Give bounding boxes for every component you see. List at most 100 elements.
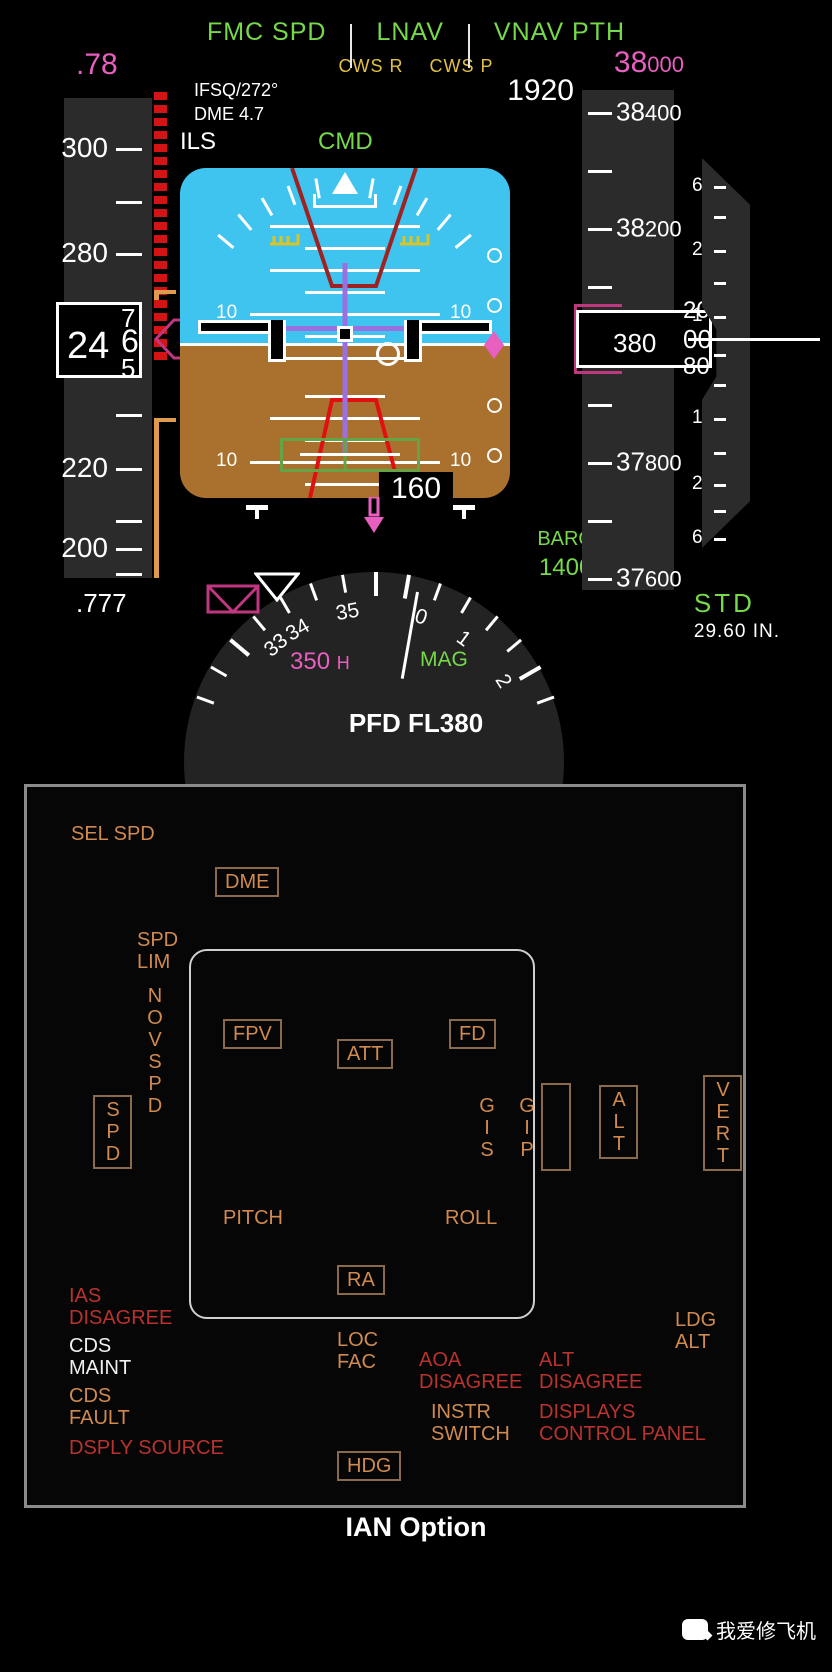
speed-tick (116, 253, 142, 256)
ian-label-ra[interactable]: RA (337, 1265, 385, 1296)
airspeed-digit-below: 5 (121, 353, 136, 383)
ian-label-cds-maint: CDS MAINT (69, 1335, 131, 1380)
heading-digits: 350 (290, 648, 331, 675)
ian-label-aoa-disagree: AOA DISAGREE (419, 1349, 522, 1394)
ian-vertical-text: GIP (516, 1095, 538, 1161)
glideslope-dot (487, 448, 502, 463)
ian-label-line: LIM (137, 951, 171, 974)
ian-vertical-text: SPD (102, 1099, 124, 1165)
primary-flight-display: FMC SPD LNAV VNAV PTH CWS R CWS P .78 .7… (28, 0, 820, 832)
speed-tick (116, 148, 142, 151)
fma-divider-1 (350, 24, 353, 68)
ian-label-displays-control-panel: DISPLAYS CONTROL PANEL (539, 1401, 706, 1446)
ian-label-line: ROLL (445, 1207, 498, 1229)
ian-label-dme[interactable]: DME (215, 867, 280, 898)
barber-pole-segment (154, 183, 167, 191)
vsi-scale-label: 2 (692, 473, 703, 494)
ian-label-line: FAULT (69, 1407, 130, 1430)
ian-label-att[interactable]: ATT (337, 1039, 394, 1070)
barber-pole-segment (154, 105, 167, 113)
altitude-label: 38200 (616, 212, 682, 243)
barber-pole-segment (154, 261, 167, 269)
ian-vertical-label-alt[interactable]: ALT (599, 1085, 638, 1159)
wechat-icon (682, 1619, 708, 1640)
speed-tick-minor (116, 201, 142, 204)
altitude-label: 38400 (616, 96, 682, 127)
altitude-label: 37800 (616, 446, 682, 477)
fma-cws-pitch: CWS P (429, 56, 494, 76)
speed-label: 300 (61, 132, 108, 163)
ian-label-line: CDS (69, 1385, 112, 1407)
ian-label-hdg[interactable]: HDG (337, 1451, 402, 1482)
altitude-main-digits: 380 (613, 319, 656, 361)
vsi-scale-tick (714, 418, 726, 421)
ian-vertical-label-blank[interactable] (541, 1083, 571, 1171)
airspeed-hundreds: 24 (67, 325, 110, 367)
ian-label-line: ATT (347, 1043, 384, 1065)
ian-vertical-text: GIS (476, 1095, 498, 1161)
selected-altitude-major: 38 (613, 46, 648, 79)
speed-label: 220 (61, 452, 108, 483)
ian-vertical-label-spd[interactable]: SPD (93, 1095, 132, 1169)
vsi-scale-tick (714, 282, 726, 285)
speed-label: 200 (61, 532, 108, 563)
selected-heading-value: 350 H (290, 648, 350, 676)
barber-pole-segment (154, 144, 167, 152)
minimum-speed-cap (154, 418, 176, 422)
altitude-tick (588, 112, 612, 115)
barber-pole-segment (154, 131, 167, 139)
ian-label-line: HDG (347, 1455, 392, 1477)
altitude-label: 37600 (616, 562, 682, 593)
altitude-tick-minor (588, 286, 612, 289)
ian-label-instr-switch: INSTR SWITCH (431, 1401, 510, 1446)
pfd-caption: PFD FL380 (348, 708, 484, 738)
vsi-scale-tick (714, 538, 726, 541)
ian-label-fpv[interactable]: FPV (223, 1019, 282, 1050)
ian-label-alt-disagree: ALT DISAGREE (539, 1349, 642, 1394)
nav-ident-block: IFSQ/272° DME 4.7 (194, 78, 278, 126)
speed-tick (116, 548, 142, 551)
flight-director-vertical (342, 263, 348, 453)
mach-number-bottom: .777 (76, 588, 127, 618)
radio-altitude: 160 (378, 472, 454, 506)
flight-mode-annunciator: FMC SPD LNAV VNAV PTH CWS R CWS P (28, 10, 804, 77)
barber-pole-segment (154, 118, 167, 126)
vsi-scale-tick (714, 250, 726, 253)
barber-pole-segment (154, 300, 167, 308)
ian-label-line: CONTROL PANEL (539, 1423, 706, 1446)
ian-label-fd[interactable]: FD (449, 1019, 496, 1050)
barber-pole-segment (154, 222, 167, 230)
ian-vertical-label-vert[interactable]: VERT (703, 1075, 742, 1171)
ian-label-line: CDS (69, 1335, 112, 1357)
ian-label-roll: ROLL (445, 1207, 497, 1229)
ian-label-line: INSTR (431, 1401, 491, 1423)
vsi-scale-tick (714, 452, 726, 455)
ian-label-line: DISAGREE (69, 1307, 173, 1330)
ian-vertical-label-gip: GIP (516, 1095, 538, 1161)
heading-suffix: H (336, 653, 350, 673)
ian-label-line: ALT (675, 1331, 711, 1354)
ian-label-line: FAC (337, 1351, 376, 1374)
speed-label: 280 (61, 237, 108, 268)
fma-cws-roll: CWS R (338, 56, 404, 76)
ian-label-line: MAINT (69, 1357, 132, 1380)
magnetic-reference-label: MAG (420, 648, 468, 671)
vsi-scale-label: 2 (692, 239, 703, 260)
speed-tick-minor (116, 414, 142, 417)
ian-label-line: LDG (675, 1309, 717, 1331)
autopilot-status: CMD (318, 128, 373, 155)
approach-mode-label: ILS (180, 128, 217, 155)
track-bug (360, 495, 388, 538)
ian-label-line: RA (347, 1269, 375, 1291)
ian-vertical-label-novspd: NOVSPD (144, 985, 166, 1117)
selected-heading-bug (206, 582, 260, 621)
mach-number-top: .78 (76, 48, 118, 81)
compass-tick (374, 572, 378, 596)
ian-label-line: ALT (539, 1349, 575, 1371)
glideslope-dot (487, 248, 502, 263)
altitude-tick-minor (588, 170, 612, 173)
glideslope-dot (487, 298, 502, 313)
aircraft-wing-symbol (268, 320, 286, 362)
minimum-speed-bar (154, 418, 159, 578)
ian-label-sel-spd: SEL SPD (71, 823, 155, 845)
